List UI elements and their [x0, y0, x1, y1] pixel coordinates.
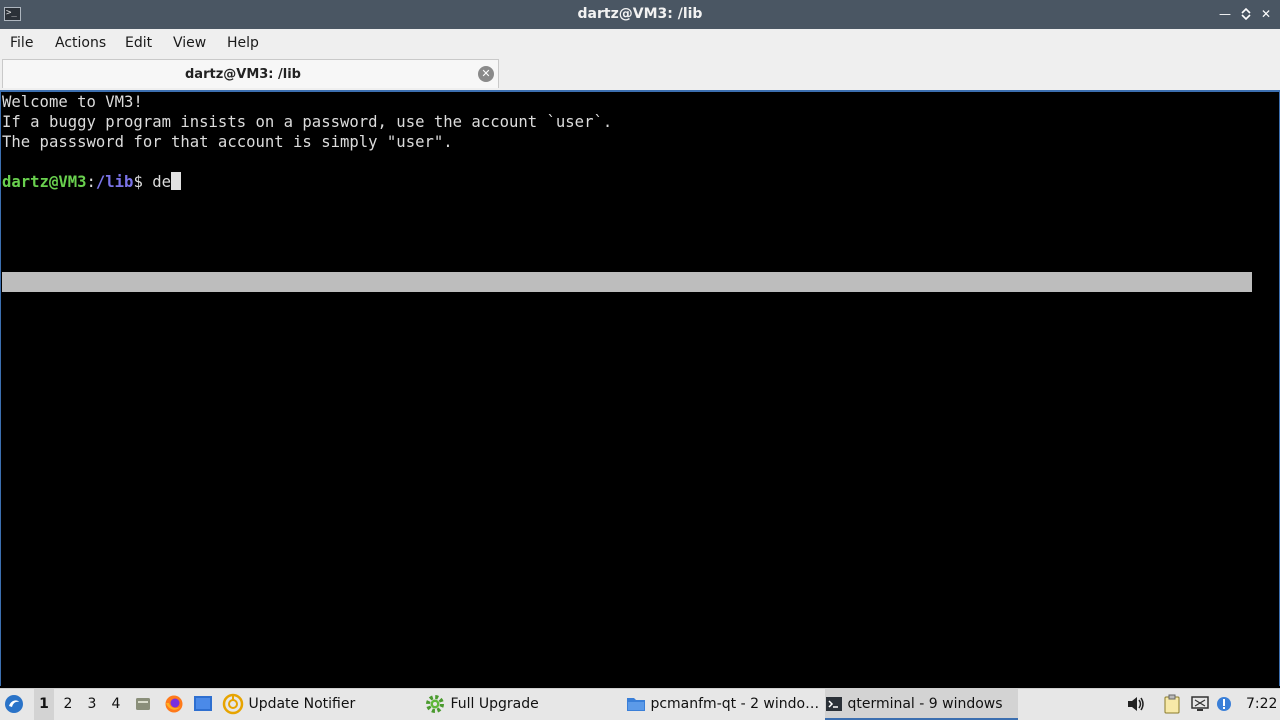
gear-icon [426, 695, 444, 713]
menu-help[interactable]: Help [227, 35, 259, 51]
terminal-view[interactable]: Welcome to VM3! If a buggy program insis… [0, 90, 1280, 686]
desktop-icon [194, 696, 212, 711]
maximize-icon[interactable] [1239, 7, 1253, 21]
desktop-3[interactable]: 3 [82, 689, 102, 720]
firefox-icon [165, 695, 183, 713]
desktop-1[interactable]: 1 [34, 689, 54, 720]
prompt-user-host: dartz@VM3 [2, 173, 87, 191]
menu-actions[interactable]: Actions [55, 35, 106, 51]
clock[interactable]: 7:22 [1246, 689, 1278, 720]
task-qterminal[interactable]: qterminal - 9 windows [825, 689, 1018, 720]
terminal-line: The passsword for that account is simply… [2, 133, 453, 151]
task-label: pcmanfm-qt - 2 windo… [650, 696, 820, 712]
prompt-line: dartz@VM3:/lib$ de [2, 172, 182, 192]
volume-icon [1128, 697, 1144, 711]
folder-icon [627, 698, 645, 711]
menu-view[interactable]: View [173, 35, 206, 51]
network-icon [1191, 696, 1209, 711]
lubuntu-logo-icon [5, 695, 23, 713]
volume-tray[interactable] [1126, 689, 1146, 720]
menu-edit[interactable]: Edit [125, 35, 152, 51]
prompt-symbol: $ [133, 173, 153, 191]
start-menu-button[interactable] [4, 689, 28, 720]
notification-icon [1217, 697, 1231, 711]
menubar: File Actions Edit View Help [0, 29, 1280, 57]
firefox-launcher[interactable] [164, 689, 184, 720]
task-label: Update Notifier [248, 696, 356, 712]
tab-bar: dartz@VM3: /lib ✕ [0, 57, 1280, 90]
window-title: dartz@VM3: /lib [577, 6, 703, 22]
minimize-icon[interactable]: — [1218, 7, 1232, 21]
close-icon[interactable]: ✕ [1259, 7, 1273, 21]
prompt-path: /lib [95, 173, 134, 191]
text-cursor [171, 172, 182, 190]
network-tray[interactable] [1190, 689, 1212, 720]
terminal-line: Welcome to VM3! [2, 93, 143, 111]
task-update-notifier[interactable]: Update Notifier [222, 689, 418, 720]
window-titlebar[interactable]: >_ dartz@VM3: /lib — ✕ [0, 0, 1280, 29]
menu-file[interactable]: File [10, 35, 33, 51]
terminal-line: If a buggy program insists on a password… [2, 113, 613, 131]
desktop-4[interactable]: 4 [106, 689, 126, 720]
task-pcmanfm[interactable]: pcmanfm-qt - 2 windo… [626, 689, 820, 720]
tab-label: dartz@VM3: /lib [184, 67, 301, 82]
task-label: Full Upgrade [450, 696, 539, 712]
command-input[interactable]: de [152, 173, 171, 191]
tab-close-icon[interactable]: ✕ [478, 66, 494, 82]
prompt-colon: : [86, 173, 96, 191]
terminal-highlight-band [2, 272, 1252, 292]
file-manager-icon [136, 698, 150, 710]
file-manager-launcher[interactable] [134, 689, 154, 720]
tab-terminal[interactable]: dartz@VM3: /lib ✕ [2, 59, 499, 88]
show-desktop-launcher[interactable] [193, 689, 215, 720]
terminal-icon [826, 697, 842, 711]
notification-tray[interactable] [1216, 689, 1234, 720]
clipboard-tray[interactable] [1162, 689, 1184, 720]
task-full-upgrade[interactable]: Full Upgrade [424, 689, 620, 720]
clipboard-icon [1164, 694, 1180, 714]
task-label: qterminal - 9 windows [847, 696, 1003, 712]
desktop-2[interactable]: 2 [58, 689, 78, 720]
update-notifier-icon [222, 693, 244, 715]
taskbar: 1 2 3 4 Update Notifier Full Upgrade pcm… [0, 688, 1280, 720]
